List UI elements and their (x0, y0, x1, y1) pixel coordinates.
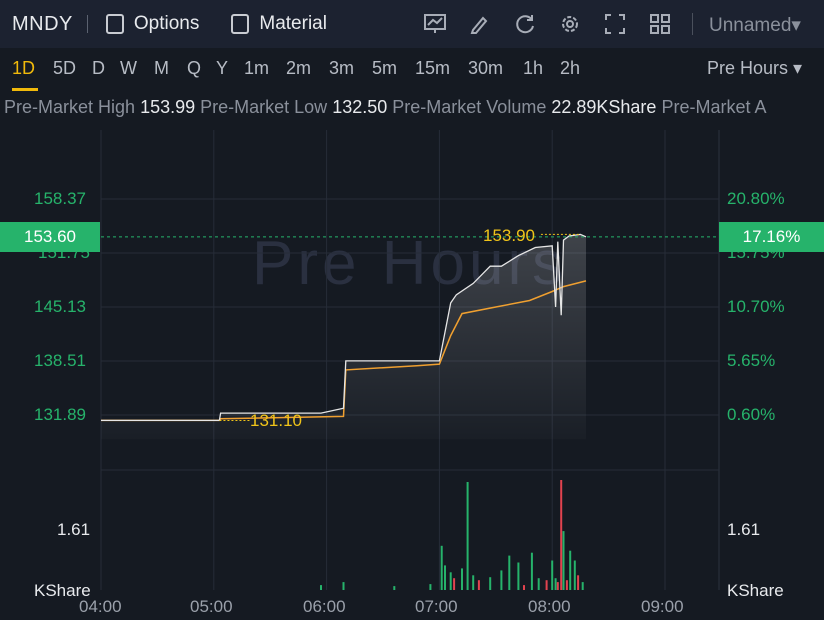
volume-bar-13 (500, 570, 503, 590)
x-tick-0900: 09:00 (641, 597, 684, 616)
y-tick-left-4: 138.51 (34, 351, 86, 370)
volume-tick-right: 1.61 (727, 520, 761, 539)
volume-bar-7 (453, 578, 456, 590)
current-price-tag: 153.60 (0, 222, 100, 252)
volume-bar-2 (393, 586, 396, 590)
volume-bar-1 (342, 582, 345, 590)
x-tick-0800: 08:00 (528, 597, 571, 616)
volume-tick-left: 1.61 (57, 520, 91, 539)
y-tick-left-3: 145.13 (34, 297, 86, 316)
volume-bar-27 (573, 560, 576, 590)
high-annotation: 153.90 (483, 226, 535, 245)
volume-bar-23 (560, 480, 563, 590)
volume-bar-0 (320, 585, 322, 590)
x-tick-0700: 07:00 (415, 597, 458, 616)
volume-bar-9 (466, 482, 469, 590)
volume-bar-24 (562, 531, 565, 590)
y-tick-right-4: 5.65% (727, 351, 776, 370)
volume-bar-16 (523, 585, 525, 590)
volume-bar-17 (530, 552, 533, 590)
volume-bar-8 (461, 568, 463, 590)
volume-bar-5 (444, 565, 446, 590)
volume-bar-4 (440, 545, 443, 590)
y-tick-right-1: 20.80% (727, 189, 785, 208)
volume-bar-12 (489, 577, 492, 590)
volume-bar-26 (569, 550, 572, 590)
volume-bar-14 (508, 555, 511, 590)
volume-bar-21 (554, 578, 557, 590)
volume-bar-29 (581, 582, 584, 590)
x-tick-0500: 05:00 (190, 597, 233, 616)
low-annotation: 131.10 (250, 411, 302, 430)
volume-bar-28 (577, 575, 580, 590)
volume-bar-11 (477, 580, 480, 590)
volume-bar-25 (565, 580, 568, 590)
y-tick-left-5: 131.89 (34, 405, 86, 424)
y-tick-left-1: 158.37 (34, 189, 86, 208)
volume-bar-18 (537, 578, 540, 590)
volume-bar-20 (551, 560, 554, 590)
volume-bar-15 (517, 562, 520, 590)
volume-unit-right: KShare (727, 581, 784, 600)
x-tick-0400: 04:00 (79, 597, 122, 616)
volume-bar-3 (429, 584, 432, 590)
x-tick-0600: 06:00 (303, 597, 346, 616)
volume-bar-10 (472, 575, 475, 590)
volume-bar-6 (449, 572, 452, 590)
y-tick-right-5: 0.60% (727, 405, 776, 424)
volume-bar-22 (556, 582, 559, 590)
volume-bar-19 (545, 580, 548, 590)
y-tick-right-3: 10.70% (727, 297, 785, 316)
price-chart[interactable] (0, 0, 824, 620)
current-change-tag: 17.16% (719, 222, 824, 252)
